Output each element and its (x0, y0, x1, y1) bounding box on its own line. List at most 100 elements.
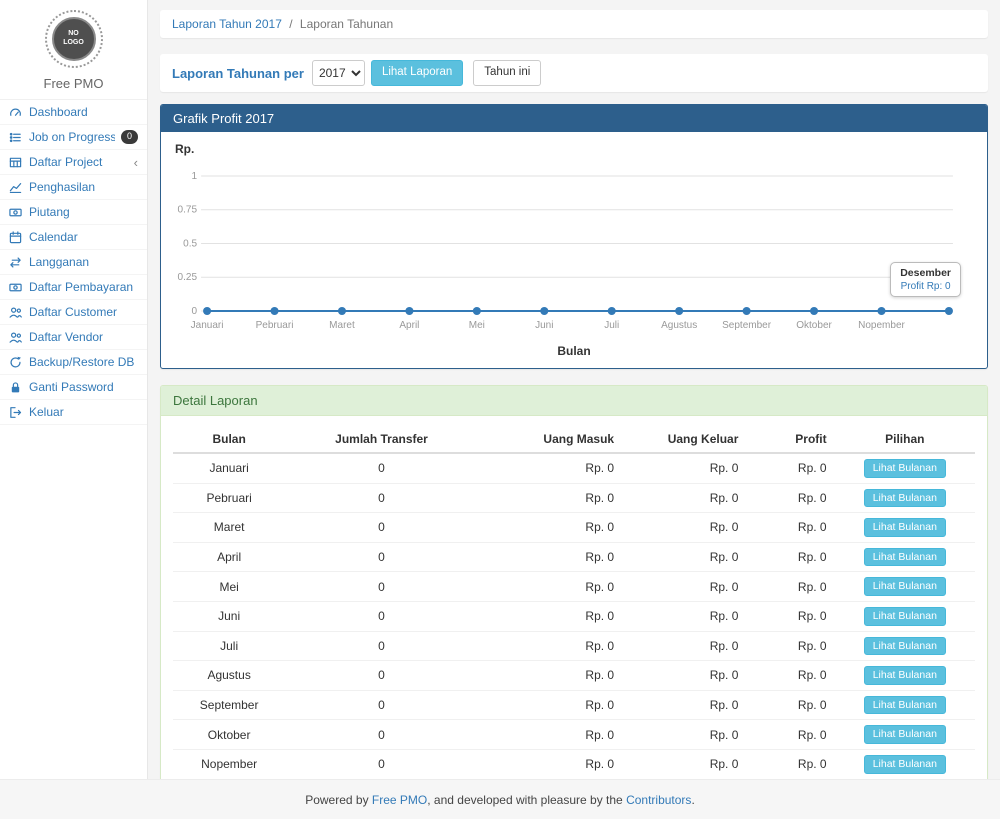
column-header-uang-keluar: Uang Keluar (622, 426, 746, 453)
sidebar-item-piutang[interactable]: Piutang (0, 200, 147, 225)
cell-bulan: Januari (173, 453, 285, 483)
svg-text:Nopember: Nopember (858, 320, 905, 331)
lihat-bulanan-button[interactable]: Lihat Bulanan (864, 637, 946, 656)
footer-link-free-pmo[interactable]: Free PMO (372, 793, 427, 807)
lihat-bulanan-button[interactable]: Lihat Bulanan (864, 518, 946, 537)
sidebar-item-daftar-customer[interactable]: Daftar Customer (0, 300, 147, 325)
column-header-uang-masuk: Uang Masuk (478, 426, 622, 453)
profit-chart-panel: Grafik Profit 2017 Rp. 00.250.50.751Janu… (160, 104, 988, 369)
profit-chart-svg: 00.250.50.751JanuariPebruariMaretAprilMe… (173, 158, 975, 343)
lihat-bulanan-button[interactable]: Lihat Bulanan (864, 666, 946, 685)
tahun-ini-button[interactable]: Tahun ini (473, 60, 541, 86)
lock-icon (9, 381, 23, 394)
money-icon (9, 206, 23, 219)
cell-bulan: Juli (173, 631, 285, 661)
sidebar-item-label: Backup/Restore DB (29, 355, 138, 369)
cell-bulan: Oktober (173, 720, 285, 750)
cell-bulan: Pebruari (173, 483, 285, 513)
cell-uang-masuk: Rp. 0 (478, 572, 622, 602)
page: NO LOGO Free PMO Dashboard Job on Progre… (0, 0, 1000, 819)
lihat-bulanan-button[interactable]: Lihat Bulanan (864, 755, 946, 774)
lihat-bulanan-button[interactable]: Lihat Bulanan (864, 725, 946, 744)
lihat-bulanan-button[interactable]: Lihat Bulanan (864, 548, 946, 567)
table-row: September0Rp. 0Rp. 0Rp. 0Lihat Bulanan (173, 690, 975, 720)
column-header-bulan: Bulan (173, 426, 285, 453)
footer-text-middle: , and developed with pleasure by the (427, 793, 626, 807)
cell-uang-masuk: Rp. 0 (478, 720, 622, 750)
sidebar-item-calendar[interactable]: Calendar (0, 225, 147, 250)
cell-pilihan: Lihat Bulanan (835, 749, 975, 779)
lihat-laporan-button[interactable]: Lihat Laporan (371, 60, 463, 86)
filter-bar: Laporan Tahunan per 2017 Lihat Laporan T… (160, 54, 988, 92)
svg-text:April: April (399, 320, 419, 331)
users-icon (9, 306, 23, 319)
sidebar-item-daftar-vendor[interactable]: Daftar Vendor (0, 325, 147, 350)
sidebar-item-label: Daftar Vendor (29, 330, 138, 344)
cell-profit: Rp. 0 (746, 631, 834, 661)
cell-jumlah-transfer: 0 (285, 720, 477, 750)
lihat-bulanan-button[interactable]: Lihat Bulanan (864, 489, 946, 508)
lihat-bulanan-button[interactable]: Lihat Bulanan (864, 607, 946, 626)
detail-panel-title: Detail Laporan (161, 386, 987, 416)
sidebar-item-penghasilan[interactable]: Penghasilan (0, 175, 147, 200)
cell-bulan: September (173, 690, 285, 720)
lihat-bulanan-button[interactable]: Lihat Bulanan (864, 459, 946, 478)
table-row: Maret0Rp. 0Rp. 0Rp. 0Lihat Bulanan (173, 513, 975, 543)
cell-uang-masuk: Rp. 0 (478, 453, 622, 483)
svg-text:1: 1 (191, 171, 197, 182)
cell-uang-keluar: Rp. 0 (622, 601, 746, 631)
sidebar-item-dashboard[interactable]: Dashboard (0, 100, 147, 125)
column-header-profit: Profit (746, 426, 834, 453)
report-table-head-row: BulanJumlah TransferUang MasukUang Kelua… (173, 426, 975, 453)
sidebar-item-label: Calendar (29, 230, 138, 244)
table-row: Nopember0Rp. 0Rp. 0Rp. 0Lihat Bulanan (173, 749, 975, 779)
sidebar-item-label: Daftar Project (29, 155, 128, 169)
cell-bulan: April (173, 542, 285, 572)
chart-panel-title: Grafik Profit 2017 (161, 105, 987, 132)
lihat-bulanan-button[interactable]: Lihat Bulanan (864, 577, 946, 596)
cell-bulan: Mei (173, 572, 285, 602)
report-table-body: Januari0Rp. 0Rp. 0Rp. 0Lihat BulananPebr… (173, 453, 975, 809)
footer-text: Powered by (305, 793, 372, 807)
svg-text:0.5: 0.5 (183, 239, 197, 250)
cell-jumlah-transfer: 0 (285, 749, 477, 779)
cell-uang-keluar: Rp. 0 (622, 513, 746, 543)
chart-tooltip: Desember Profit Rp: 0 (890, 262, 961, 297)
sidebar-item-langganan[interactable]: Langganan (0, 250, 147, 275)
svg-text:Oktober: Oktober (796, 320, 832, 331)
sidebar-item-ganti-password[interactable]: Ganti Password (0, 375, 147, 400)
cell-jumlah-transfer: 0 (285, 453, 477, 483)
money-icon (9, 281, 23, 294)
footer-link-contributors[interactable]: Contributors (626, 793, 691, 807)
cell-profit: Rp. 0 (746, 542, 834, 572)
year-select[interactable]: 2017 (312, 60, 365, 86)
cell-profit: Rp. 0 (746, 601, 834, 631)
sidebar-menu: Dashboard Job on Progress 0 Daftar Proje… (0, 100, 147, 425)
cell-uang-keluar: Rp. 0 (622, 720, 746, 750)
x-axis-title: Bulan (173, 344, 975, 358)
svg-text:Januari: Januari (191, 320, 224, 331)
svg-text:Pebruari: Pebruari (256, 320, 294, 331)
column-header-jumlah-transfer: Jumlah Transfer (285, 426, 477, 453)
cell-bulan: Nopember (173, 749, 285, 779)
cell-pilihan: Lihat Bulanan (835, 601, 975, 631)
tooltip-value: Profit Rp: 0 (900, 281, 951, 292)
sidebar-item-keluar[interactable]: Keluar (0, 400, 147, 425)
cell-uang-keluar: Rp. 0 (622, 661, 746, 691)
tooltip-title: Desember (900, 267, 951, 279)
sidebar-item-backup-restore-db[interactable]: Backup/Restore DB (0, 350, 147, 375)
sidebar-item-daftar-pembayaran[interactable]: Daftar Pembayaran (0, 275, 147, 300)
cell-uang-masuk: Rp. 0 (478, 661, 622, 691)
report-table: BulanJumlah TransferUang MasukUang Kelua… (173, 426, 975, 819)
table-row: Juni0Rp. 0Rp. 0Rp. 0Lihat Bulanan (173, 601, 975, 631)
table-row: Mei0Rp. 0Rp. 0Rp. 0Lihat Bulanan (173, 572, 975, 602)
svg-text:0.25: 0.25 (178, 272, 198, 283)
sidebar-item-job-on-progress[interactable]: Job on Progress 0 (0, 125, 147, 150)
sidebar-item-daftar-project[interactable]: Daftar Project ‹ (0, 150, 147, 175)
sidebar-item-label: Ganti Password (29, 380, 138, 394)
breadcrumb-link[interactable]: Laporan Tahun 2017 (172, 17, 282, 31)
sidebar-item-label: Keluar (29, 405, 138, 419)
lihat-bulanan-button[interactable]: Lihat Bulanan (864, 696, 946, 715)
cell-profit: Rp. 0 (746, 749, 834, 779)
table-row: Januari0Rp. 0Rp. 0Rp. 0Lihat Bulanan (173, 453, 975, 483)
